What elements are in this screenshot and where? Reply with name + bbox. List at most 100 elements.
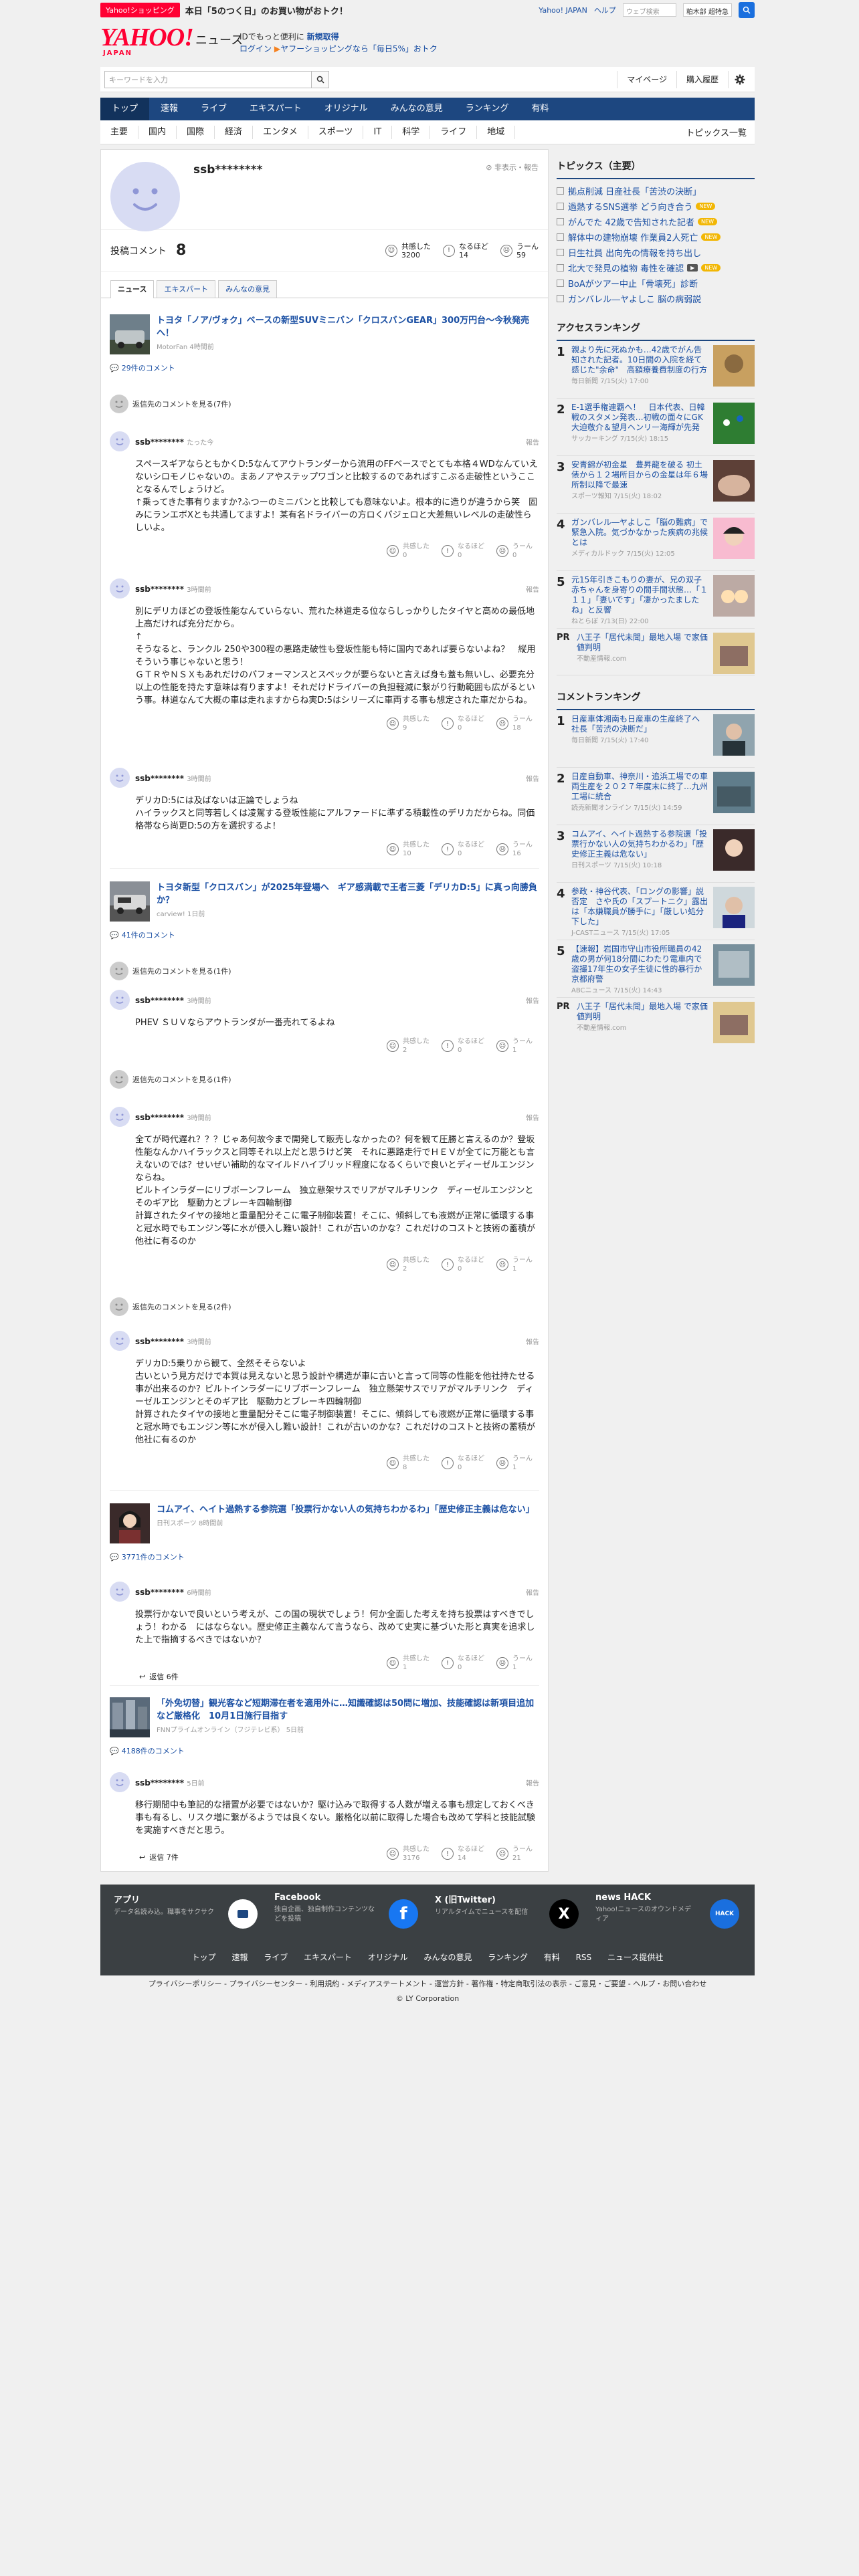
nav-expert[interactable]: エキスパート — [238, 98, 313, 120]
hmm-button[interactable]: ☹ うーん 1 — [496, 1455, 539, 1472]
keyword-input[interactable]: キーワードを入力 — [104, 70, 312, 88]
footer-newshack[interactable]: news HACK Yahoo!ニュースのオウンドメディア HACK — [595, 1893, 739, 1935]
tab-expert[interactable]: エキスパート — [157, 280, 216, 298]
insightful-button[interactable]: ! なるほど 0 — [442, 1654, 484, 1672]
insightful-button[interactable]: ! なるほど 0 — [442, 1455, 484, 1472]
insightful-button[interactable]: ! なるほど 0 — [442, 542, 484, 560]
footer-link[interactable]: ランキング — [481, 1953, 535, 1962]
tab-opinions[interactable]: みんなの意見 — [218, 280, 278, 298]
empathy-button[interactable]: ☺ 共感した 1 — [387, 1654, 430, 1672]
topics-list-link[interactable]: トピックス一覧 — [686, 126, 755, 138]
footer-link[interactable]: RSS — [569, 1953, 599, 1962]
keyword-search-button[interactable] — [312, 70, 329, 88]
article-title[interactable]: トヨタ新型「クロスバン」が2025年登場へ ギア感満載で王者三菱「デリカD:5」… — [157, 881, 539, 907]
article-title[interactable]: トヨタ「ノア/ヴォク」ベースの新型SUVミニバン「クロスバンGEAR」300万円… — [157, 314, 539, 340]
footer-x[interactable]: X (旧Twitter) リアルタイムでニュースを配信 X — [435, 1893, 579, 1935]
footer-link[interactable]: 速報 — [225, 1953, 254, 1962]
cat-sports[interactable]: スポーツ — [308, 125, 364, 139]
article-comment-count[interactable]: 💬 41件のコメント — [110, 930, 539, 940]
ranking-item[interactable]: 1 日産車体湘南も日産車の生産終了へ 社長「苦渋の決断だ」 毎日新聞 7/15(火)… — [557, 710, 755, 768]
nav-top[interactable]: トップ — [100, 98, 150, 120]
web-search-input[interactable]: ウェブ検索 — [622, 3, 676, 17]
see-previous-comments[interactable]: 返信先のコメントを見る(7件) — [110, 395, 539, 413]
cat-domestic[interactable]: 国内 — [138, 125, 177, 139]
empathy-button[interactable]: ☺ 共感した 0 — [387, 542, 430, 560]
topic-item[interactable]: 拠点削減 日産社長「苦渋の決断」 — [557, 183, 755, 199]
empathy-button[interactable]: ☺ 共感した 2 — [387, 1256, 430, 1273]
nav-live[interactable]: ライブ — [189, 98, 238, 120]
hmm-button[interactable]: ☹ うーん 1 — [496, 1256, 539, 1273]
insightful-button[interactable]: ! なるほど 0 — [442, 1037, 484, 1055]
article-comment-count[interactable]: 💬 3771件のコメント — [110, 1551, 539, 1562]
insightful-button[interactable]: ! なるほど 14 — [442, 1845, 484, 1862]
article-comment-count[interactable]: 💬 29件のコメント — [110, 362, 539, 373]
insightful-button[interactable]: ! なるほど 0 — [442, 715, 484, 732]
article-thumbnail[interactable] — [110, 1503, 150, 1543]
ranking-item[interactable]: 5 元15年引きこもりの妻が、兄の双子赤ちゃんを身寄りの間手間状態…「１１１」「妻… — [557, 571, 755, 629]
empathy-button[interactable]: ☺ 共感した 3176 — [387, 1845, 430, 1862]
topic-item[interactable]: 解体中の建物崩壊 作業員2人死亡 NEW — [557, 229, 755, 245]
nav-ranking[interactable]: ランキング — [454, 98, 520, 120]
report-link[interactable]: 報告 — [526, 1112, 539, 1122]
ranking-item[interactable]: 3 安青錦が初金星 豊昇龍を破る 初土俵から１２場所目からの金星は年６場所制以降で… — [557, 456, 755, 514]
footer-link[interactable]: エキスパート — [297, 1953, 359, 1962]
hide-report-link[interactable]: ⊘ 非表示・報告 — [486, 162, 539, 173]
cat-main[interactable]: 主要 — [100, 125, 139, 139]
shopping-promo[interactable]: 本日「5のつく日」のお買い物がおトク！ — [185, 4, 348, 17]
web-search-button[interactable] — [739, 2, 755, 18]
topic-item[interactable]: 日生社員 出向先の情報を持ち出し — [557, 245, 755, 260]
ranking-item[interactable]: 3 コムアイ、ヘイト過熱する参院選「投票行かない人の気持ちわかるわ」「歴史修正主義… — [557, 825, 755, 883]
shopping-link[interactable]: ヤフーショッピングなら「毎日5%」おトク — [280, 44, 438, 53]
cat-entertainment[interactable]: エンタメ — [253, 125, 308, 139]
article-comment-count[interactable]: 💬 4188件のコメント — [110, 1745, 539, 1756]
cat-life[interactable]: ライフ — [430, 125, 478, 139]
shopping-badge[interactable]: Yahoo!ショッピング — [100, 3, 180, 17]
pr-item[interactable]: PR 八王子「居代未聞」最地入場 で家価値判明 不動産情報.com — [557, 998, 755, 1045]
report-link[interactable]: 報告 — [526, 1778, 539, 1788]
login-link[interactable]: ログイン — [240, 44, 272, 53]
ranking-item[interactable]: 5 【速報】岩国市守山市役所職員の42歳の男が何18分間にわたり電車内で盗撮17年… — [557, 940, 755, 998]
nav-paid[interactable]: 有料 — [520, 98, 560, 120]
cat-region[interactable]: 地域 — [477, 125, 516, 139]
report-link[interactable]: 報告 — [526, 584, 539, 594]
see-previous-comments[interactable]: 返信先のコメントを見る(2件) — [110, 1297, 539, 1316]
footer-link[interactable]: 有料 — [537, 1953, 567, 1962]
tab-news[interactable]: ニュース — [110, 280, 155, 298]
empathy-button[interactable]: ☺ 共感した 2 — [387, 1037, 430, 1055]
footer-link[interactable]: ライブ — [257, 1953, 294, 1962]
gear-icon[interactable] — [728, 70, 751, 88]
footer-link[interactable]: オリジナル — [361, 1953, 415, 1962]
article-title[interactable]: 「外免切替」観光客など短期滞在者を適用外に…知識確認は50問に増加、技能確認は新… — [157, 1697, 539, 1723]
empathy-button[interactable]: ☺ 共感した 10 — [387, 841, 430, 858]
see-previous-comments[interactable]: 返信先のコメントを見る(1件) — [110, 1070, 539, 1089]
ranking-item[interactable]: 1 親より先に死ぬかも…42歳でがん告知された記者。10日間の入院を経て感じた"余… — [557, 341, 755, 399]
ranking-item[interactable]: 2 日産自動車、神奈川・追浜工場での車両生産を２０２７年度末に終了…九州工場に統合… — [557, 768, 755, 825]
footer-app[interactable]: アプリ データ名読み込。職事をサクサク — [114, 1893, 258, 1935]
article-thumbnail[interactable] — [110, 881, 150, 922]
insightful-button[interactable]: ! なるほど 0 — [442, 841, 484, 858]
nav-opinions[interactable]: みんなの意見 — [379, 98, 454, 120]
topic-item[interactable]: ガンバレル―ヤよしこ 脳の病弱説 — [557, 291, 755, 306]
mypage-link[interactable]: マイページ — [617, 70, 676, 88]
hmm-button[interactable]: ☹ うーん 21 — [496, 1845, 539, 1862]
ranking-item[interactable]: 2 E-1選手権連覇へ！ 日本代表、日韓戦のスタメン発表…初戦の面々にGK大迫敬介… — [557, 399, 755, 456]
purchase-history-link[interactable]: 購入履歴 — [676, 70, 728, 88]
nav-original[interactable]: オリジナル — [313, 98, 379, 120]
cat-science[interactable]: 科学 — [392, 125, 431, 139]
yahoo-news-logo[interactable]: YAHOO! JAPAN ニュース — [100, 24, 243, 62]
ranking-item[interactable]: 4 参政・神谷代表、「ロングの影響」説否定 さや氏の「スプートニク」露出は「本嫌職… — [557, 883, 755, 940]
help-link[interactable]: ヘルプ — [594, 5, 616, 15]
report-link[interactable]: 報告 — [526, 437, 539, 447]
reply-button[interactable]: ↩ 返信 6件 — [139, 1671, 179, 1682]
hmm-button[interactable]: ☹ うーん 18 — [496, 715, 539, 732]
topic-item[interactable]: 過熱するSNS選挙 どう向き合う NEW — [557, 199, 755, 214]
report-link[interactable]: 報告 — [526, 1336, 539, 1346]
see-previous-comments[interactable]: 返信先のコメントを見る(1件) — [110, 962, 539, 980]
topic-item[interactable]: 北大で発見の植物 毒性を確認 ▶ NEW — [557, 260, 755, 276]
cat-international[interactable]: 国際 — [177, 125, 215, 139]
footer-link[interactable]: みんなの意見 — [417, 1953, 478, 1962]
report-link[interactable]: 報告 — [526, 773, 539, 783]
footer-facebook[interactable]: Facebook 独自企画、独自制作コンテンツなどを投稿 f — [274, 1893, 418, 1935]
cat-economy[interactable]: 経済 — [215, 125, 254, 139]
route-select[interactable]: 粕木部 超特急 — [682, 3, 732, 17]
